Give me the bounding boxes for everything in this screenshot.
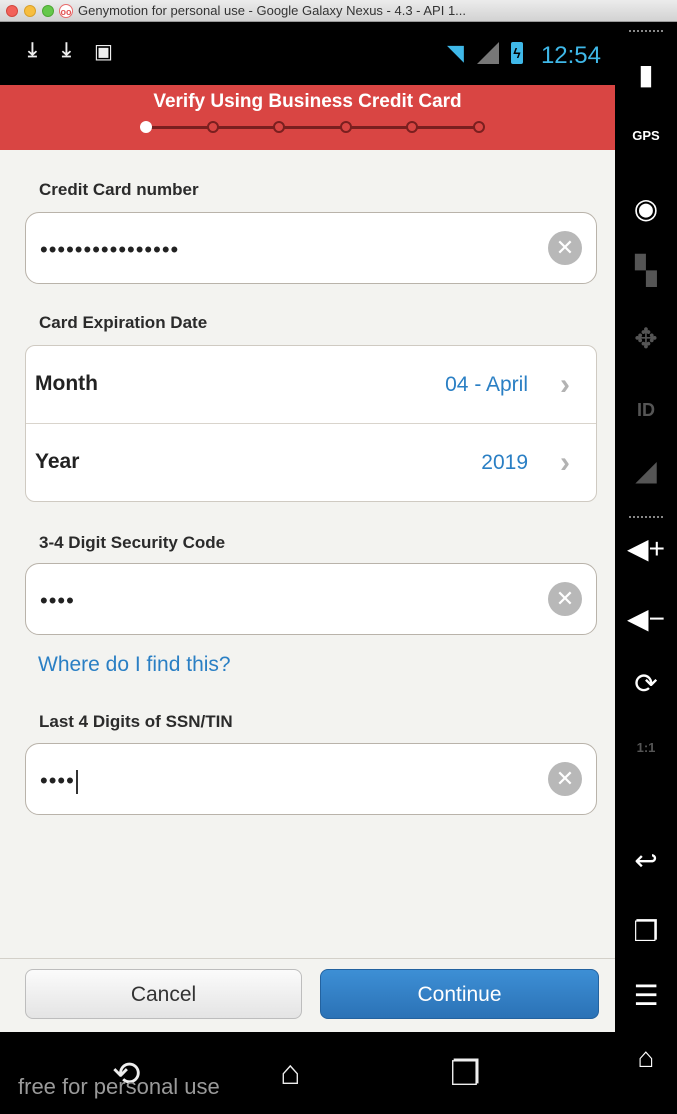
chevron-right-icon: › [560, 368, 570, 401]
genymotion-sidebar: ▮ GPS ◉ ▚ ✥ ID ◢ ◀+ ◀− ⟳ 1:1 ↩ ❐ ☰ ⌂ [615, 22, 677, 1114]
wifi-icon: ◥ [447, 40, 464, 65]
text-cursor [75, 770, 78, 795]
clear-icon[interactable]: ✕ [548, 582, 582, 616]
ssn-label: Last 4 Digits of SSN/TIN [39, 712, 233, 731]
clear-icon[interactable]: ✕ [548, 231, 582, 265]
month-value: 04 - April [445, 373, 528, 396]
move-icon: ✥ [634, 323, 658, 354]
home-icon[interactable]: ⌂ [280, 1054, 301, 1093]
step-dot [339, 121, 352, 133]
genymotion-logo-icon: oo [59, 4, 73, 18]
rss-icon: ◢ [635, 455, 657, 486]
scale-icon: 1:1 [615, 740, 677, 755]
close-window-button[interactable] [6, 5, 18, 17]
step-connector [146, 126, 213, 129]
id-label: ID [637, 400, 655, 420]
step-progress-indicator [140, 119, 485, 135]
year-value: 2019 [481, 451, 528, 474]
download-icon: ⤓ [62, 39, 71, 61]
grip-handle [629, 516, 663, 524]
action-bar: Cancel Continue [0, 958, 615, 1033]
year-label: Year [35, 450, 80, 473]
android-nav-bar: ⟲ ⌂ ❐ [0, 1032, 615, 1114]
page-title: Verify Using Business Credit Card [153, 91, 462, 112]
expiration-label: Card Expiration Date [39, 313, 208, 332]
step-dot [140, 121, 152, 133]
step-connector [279, 126, 346, 129]
shopping-bag-icon: ▣ [94, 41, 113, 63]
window-title: Genymotion for personal use - Google Gal… [78, 3, 467, 18]
step-connector [345, 126, 413, 129]
minimize-window-button[interactable] [24, 5, 36, 17]
year-row[interactable]: Year 2019 › [26, 424, 596, 502]
page-header: Verify Using Business Credit Card [0, 85, 615, 150]
ssn-field[interactable]: •••• ✕ [25, 743, 597, 815]
gps-label: GPS [632, 128, 660, 143]
chevron-right-icon: › [560, 446, 570, 479]
step-dot [406, 121, 419, 133]
gps-icon[interactable]: GPS [615, 128, 677, 143]
status-time: 12:54 [540, 42, 601, 69]
step-connector [212, 126, 280, 129]
zoom-window-button[interactable] [42, 5, 54, 17]
id-icon: ID [615, 400, 677, 421]
where-to-find-link[interactable]: Where do I find this? [38, 653, 231, 677]
signal-icon [477, 42, 499, 64]
recent-apps-icon[interactable]: ❐ [615, 915, 677, 948]
volume-up-icon[interactable]: ◀+ [615, 532, 677, 565]
menu-icon[interactable]: ☰ [615, 979, 677, 1012]
form-content: Credit Card number •••••••••••••••• ✕ Ca… [0, 150, 615, 958]
security-code-field[interactable]: •••• ✕ [25, 563, 597, 635]
battery-charging-icon: ϟ [511, 42, 523, 64]
card-number-label: Credit Card number [39, 180, 199, 199]
recent-apps-icon[interactable]: ❐ [450, 1054, 480, 1094]
grip-handle [629, 30, 663, 38]
clear-icon[interactable]: ✕ [548, 762, 582, 796]
card-number-field[interactable]: •••••••••••••••• ✕ [25, 212, 597, 284]
android-status-bar: ⤓ ⤓ ▣ ◥ ϟ 12:54 [0, 22, 615, 85]
continue-button[interactable]: Continue [320, 969, 599, 1019]
download-icon: ⤓ [28, 39, 37, 61]
watermark-text: free for personal use [18, 1074, 220, 1099]
month-row[interactable]: Month 04 - April › [26, 346, 596, 424]
ssn-value: •••• [40, 768, 75, 793]
window-title-bar: oo Genymotion for personal use - Google … [0, 0, 677, 22]
scale-label: 1:1 [636, 740, 656, 755]
volume-down-icon[interactable]: ◀− [615, 602, 677, 635]
expiration-group: Month 04 - April › Year 2019 › [25, 345, 597, 502]
webcam-icon[interactable]: ◉ [615, 192, 677, 225]
cancel-button[interactable]: Cancel [25, 969, 302, 1019]
step-dot [273, 121, 286, 133]
clapperboard-icon: ▚ [635, 255, 657, 286]
card-number-value: •••••••••••••••• [40, 237, 180, 262]
security-code-value: •••• [40, 588, 75, 613]
step-connector [412, 126, 479, 129]
step-dot [206, 121, 219, 133]
step-dot [473, 121, 485, 133]
month-label: Month [35, 372, 98, 395]
home-icon[interactable]: ⌂ [615, 1042, 677, 1074]
back-icon[interactable]: ↩ [615, 844, 677, 877]
rotate-icon[interactable]: ⟳ [615, 667, 677, 700]
battery-icon[interactable]: ▮ [615, 58, 677, 91]
ssn-value-wrapper: •••• [40, 768, 78, 795]
security-code-label: 3-4 Digit Security Code [39, 533, 226, 552]
